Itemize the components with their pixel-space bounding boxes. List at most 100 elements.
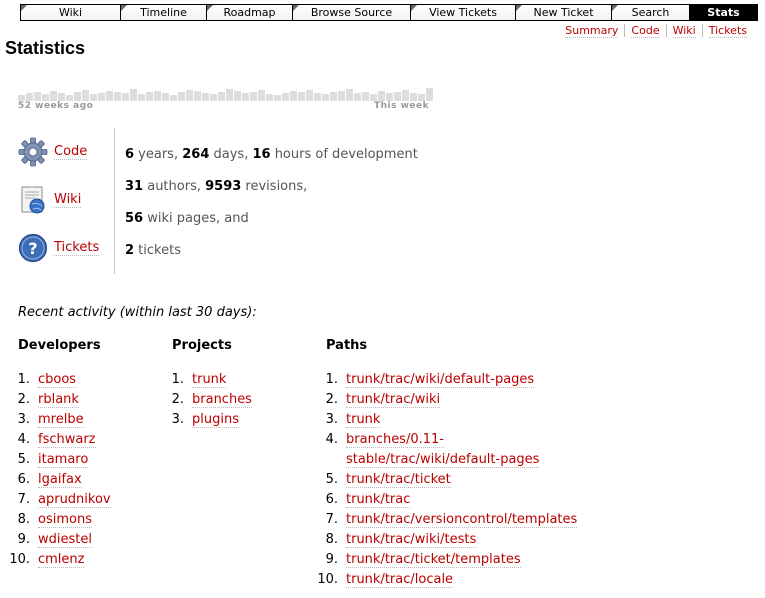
- developer-link[interactable]: mrelbe: [38, 412, 84, 428]
- path-link[interactable]: trunk/trac/ticket/templates: [346, 552, 521, 568]
- ctxtnav-summary-link[interactable]: Summary: [565, 24, 619, 38]
- developer-link[interactable]: fschwarz: [38, 432, 96, 448]
- summary-line-authors: 31 authors, 9593 revisions,: [125, 179, 307, 194]
- sparkline-bar: [266, 94, 273, 101]
- path-text: trunk: [346, 410, 616, 430]
- nav-corner-marker: [612, 5, 618, 11]
- ctxtnav-wiki-link[interactable]: Wiki: [672, 24, 696, 38]
- nav-corner-marker: [293, 5, 299, 11]
- path-item: 8. trunk/trac/wiki/tests: [316, 530, 616, 550]
- summary-text: tickets: [134, 243, 181, 258]
- sparkline-bar: [402, 90, 409, 101]
- sparkline-bar: [154, 91, 161, 101]
- developer-link[interactable]: cboos: [38, 372, 77, 388]
- sparkline-bar: [170, 95, 177, 101]
- path-link[interactable]: branches/0.11- stable/trac/wiki/default-…: [346, 432, 540, 468]
- wiki-page-icon: [21, 186, 45, 214]
- sparkline-bar: [234, 91, 241, 101]
- path-link[interactable]: trunk/trac/ticket: [346, 472, 451, 488]
- ctxtnav-summary-item: Summary: [559, 24, 624, 38]
- summary-hours-value: 16: [252, 147, 271, 162]
- path-link[interactable]: trunk/trac/versioncontrol/templates: [346, 512, 578, 528]
- project-link[interactable]: plugins: [192, 412, 239, 428]
- developer-item: 5. itamaro: [8, 450, 158, 470]
- developer-link[interactable]: lgaifax: [38, 472, 82, 488]
- list-number: 9.: [325, 552, 338, 567]
- main-navigation: Wiki Timeline Roadmap Browse Source View…: [20, 4, 758, 21]
- summary-line-tickets: 2 tickets: [125, 243, 181, 258]
- sparkline-bar: [338, 91, 345, 101]
- sparkline-bar: [42, 94, 49, 101]
- sparkline-bar: [250, 92, 257, 101]
- svg-text:?: ?: [28, 239, 37, 258]
- path-link[interactable]: trunk/trac/wiki/tests: [346, 532, 477, 548]
- path-link[interactable]: trunk/trac/wiki/default-pages: [346, 372, 535, 388]
- project-item: 2. branches: [162, 390, 312, 410]
- developer-text: aprudnikov: [38, 490, 158, 510]
- nav-browse-source[interactable]: Browse Source: [292, 5, 410, 20]
- developer-text: cmlenz: [38, 550, 158, 570]
- list-number: 5.: [17, 452, 30, 467]
- summary-wiki-pages-value: 56: [125, 211, 144, 226]
- developer-link[interactable]: aprudnikov: [38, 492, 111, 508]
- nav-wiki[interactable]: Wiki: [21, 5, 120, 20]
- nav-corner-marker: [21, 5, 27, 11]
- sparkline-bar: [114, 92, 121, 101]
- developer-item: 10. cmlenz: [8, 550, 158, 570]
- path-link[interactable]: trunk/trac/locale: [346, 572, 454, 588]
- nav-roadmap[interactable]: Roadmap: [206, 5, 292, 20]
- sparkline-bar: [290, 91, 297, 101]
- developer-link[interactable]: osimons: [38, 512, 92, 528]
- developer-item: 3. mrelbe: [8, 410, 158, 430]
- nav-new-ticket[interactable]: New Ticket: [515, 5, 611, 20]
- sparkline-bar: [330, 92, 337, 101]
- list-number: 2.: [171, 392, 184, 407]
- paths-heading: Paths: [326, 338, 368, 353]
- nav-timeline[interactable]: Timeline: [120, 5, 206, 20]
- list-number: 8.: [17, 512, 30, 527]
- sparkline-bar: [378, 91, 385, 101]
- nav-view-tickets[interactable]: View Tickets: [410, 5, 515, 20]
- developer-text: fschwarz: [38, 430, 158, 450]
- sparkline-bar: [186, 90, 193, 101]
- sparkline-bar: [146, 92, 153, 101]
- project-link[interactable]: branches: [192, 392, 252, 408]
- projects-list: 1. trunk 2. branches 3. plugins: [162, 370, 312, 430]
- project-link[interactable]: trunk: [192, 372, 227, 388]
- summary-text: days,: [209, 147, 253, 162]
- category-code-link[interactable]: Code: [54, 144, 88, 160]
- nav-corner-marker: [121, 5, 127, 11]
- developer-text: lgaifax: [38, 470, 158, 490]
- developer-link[interactable]: wdiestel: [38, 532, 92, 548]
- developer-link[interactable]: rblank: [38, 392, 79, 408]
- ctxtnav-tickets-link[interactable]: Tickets: [708, 24, 747, 38]
- path-link[interactable]: trunk: [346, 412, 381, 428]
- path-link[interactable]: trunk/trac: [346, 492, 411, 508]
- nav-stats-label: Stats: [707, 6, 740, 19]
- sparkline-bar: [50, 91, 57, 101]
- path-link[interactable]: trunk/trac/wiki: [346, 392, 441, 408]
- list-number: 4.: [17, 432, 30, 447]
- project-text: trunk: [192, 370, 312, 390]
- developer-text: mrelbe: [38, 410, 158, 430]
- summary-text: revisions,: [241, 179, 308, 194]
- list-number: 4.: [325, 432, 338, 447]
- developer-link[interactable]: cmlenz: [38, 552, 85, 568]
- nav-wiki-label: Wiki: [58, 6, 83, 19]
- projects-heading: Projects: [172, 338, 232, 353]
- ctxtnav-code-item: Code: [624, 24, 665, 38]
- list-number: 1.: [17, 372, 30, 387]
- ctxtnav-code-link[interactable]: Code: [631, 24, 660, 38]
- category-tickets-link[interactable]: Tickets: [54, 240, 100, 256]
- list-number: 6.: [325, 492, 338, 507]
- nav-stats[interactable]: Stats: [689, 5, 757, 20]
- nav-search[interactable]: Search: [611, 5, 689, 20]
- path-item: 1. trunk/trac/wiki/default-pages: [316, 370, 616, 390]
- developer-item: 6. lgaifax: [8, 470, 158, 490]
- developers-list: 1. cboos 2. rblank 3. mrelbe 4. fschwarz 5. itama…: [8, 370, 158, 570]
- developer-link[interactable]: itamaro: [38, 452, 89, 468]
- sparkline-bar: [34, 92, 41, 101]
- path-text: trunk/trac/wiki/tests: [346, 530, 616, 550]
- category-wiki-link[interactable]: Wiki: [54, 192, 82, 208]
- sparkline-bar: [370, 94, 377, 101]
